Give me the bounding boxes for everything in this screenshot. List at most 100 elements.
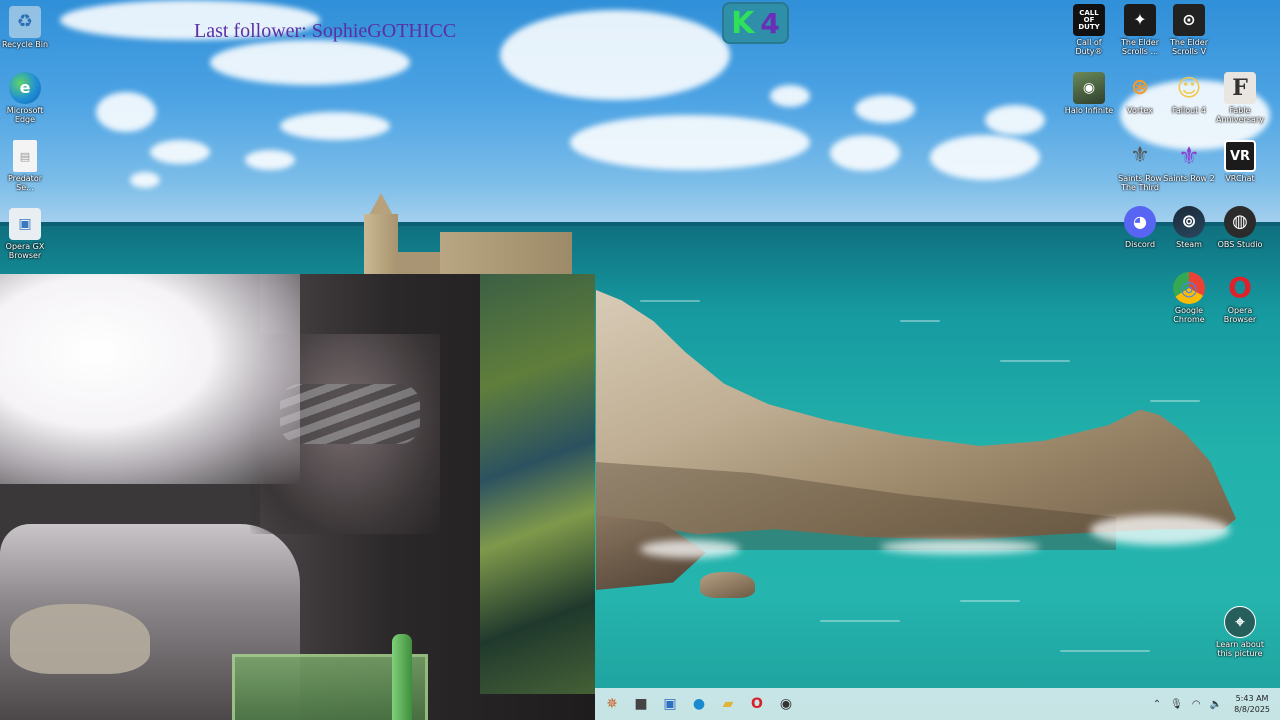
camera-icon: ⌖: [1224, 606, 1256, 638]
wave: [960, 600, 1020, 602]
recycle-bin-icon: ♻: [9, 6, 41, 38]
vortex-icon: ⊛: [1130, 75, 1150, 100]
halo-infinite-icon: ◉: [1073, 72, 1105, 104]
desktop-icon-fallout-4[interactable]: ☺ Fallout 4: [1165, 72, 1213, 115]
webcam-light-glare: [0, 274, 300, 484]
wave: [1000, 360, 1070, 362]
desktop-icon-saints-row-2[interactable]: ⚜ Saints Row 2: [1163, 140, 1215, 183]
opera-gx-icon: ▣: [9, 208, 41, 240]
vrchat-icon: VR: [1224, 140, 1256, 172]
cloud: [500, 10, 730, 100]
call-of-duty-icon: CALL OF DUTY: [1073, 4, 1105, 36]
desktop-icon-obs-studio[interactable]: ◍ OBS Studio: [1216, 206, 1264, 249]
webcam-blanket: [10, 604, 150, 674]
desktop-icon-opera-gx[interactable]: ▣ Opera GX Browser: [1, 208, 49, 260]
cloud: [210, 40, 410, 85]
wifi-icon[interactable]: ◠: [1192, 699, 1201, 710]
sea-foam: [880, 540, 1040, 554]
clock-time: 5:43 AM: [1235, 694, 1269, 703]
wave: [1060, 650, 1150, 652]
microphone-icon[interactable]: 🎙: [1170, 699, 1183, 710]
desktop-icon-microsoft-edge[interactable]: e Microsoft Edge: [1, 72, 49, 124]
desktop-icon-vrchat[interactable]: VR VRChat: [1216, 140, 1264, 183]
elder-scrolls-icon: ✦: [1124, 4, 1156, 36]
desktop-icon-label: Discord: [1124, 240, 1156, 249]
desktop-icon-label: Opera Browser: [1223, 306, 1257, 324]
webcam-bottle: [392, 634, 412, 720]
desktop-icon-vortex[interactable]: ⊛ Vortex: [1116, 72, 1164, 116]
file-icon: ▤: [13, 140, 37, 172]
castle-wall: [396, 252, 444, 274]
cloud: [855, 95, 915, 123]
desktop-icon-steam[interactable]: ⊚ Steam: [1165, 206, 1213, 249]
desktop-icon-label: Fallout 4: [1172, 106, 1206, 115]
desktop-icon-label: VRChat: [1225, 174, 1255, 183]
desktop-icon-predator[interactable]: ▤ Predator Se...: [1, 140, 49, 192]
desktop-icon-label: Learn about this picture: [1216, 640, 1264, 658]
kick-badge-number: 4: [760, 6, 780, 40]
desktop-icon-fable-anniversary[interactable]: F Fable Anniversary: [1216, 72, 1264, 124]
cloud: [570, 115, 810, 170]
desktop-icon-elder-scrolls[interactable]: ✦ The Elder Scrolls ...: [1116, 4, 1164, 56]
cloud: [930, 135, 1040, 180]
steam-icon: ⊚: [1173, 206, 1205, 238]
desktop-icon-label: Call of Duty®: [1075, 38, 1103, 56]
desktop-icon-elder-scrolls-v[interactable]: ⊙ The Elder Scrolls V: [1165, 4, 1213, 56]
cloud: [130, 172, 160, 188]
desktop-icon-call-of-duty[interactable]: CALL OF DUTY Call of Duty®: [1065, 4, 1113, 56]
webcam-tapestry: [480, 274, 595, 694]
desktop-icon-google-chrome[interactable]: ◎ Google Chrome: [1165, 272, 1213, 324]
system-tray: ⌃ 🎙 ◠ 🔈 5:43 AM 8/8/2025: [1144, 688, 1280, 720]
widgets-icon[interactable]: ▣: [658, 692, 682, 716]
file-explorer-icon[interactable]: ▰: [716, 692, 740, 716]
cloud: [770, 85, 810, 107]
saints-row-the-third-icon: ⚜: [1130, 143, 1150, 168]
desktop-icon-saints-row-the-third[interactable]: ⚜ Saints Row The Third: [1116, 140, 1164, 193]
fable-anniversary-icon: F: [1224, 72, 1256, 104]
clock[interactable]: 5:43 AM 8/8/2025: [1234, 693, 1270, 715]
start-app-icon[interactable]: ✵: [600, 692, 624, 716]
wallpaper-horizon: [0, 222, 1280, 226]
task-view-icon[interactable]: ■: [629, 692, 653, 716]
desktop-icon-discord[interactable]: ◕ Discord: [1116, 206, 1164, 249]
desktop-icon-label: Saints Row 2: [1163, 174, 1215, 183]
edge-icon: e: [9, 72, 41, 104]
desktop-icon-learn-about-picture[interactable]: ⌖ Learn about this picture: [1216, 606, 1264, 658]
webcam-scarf: [280, 384, 420, 444]
opera-icon[interactable]: O: [745, 692, 769, 716]
desktop-icon-label: The Elder Scrolls ...: [1121, 38, 1159, 56]
desktop-icon-label: Google Chrome: [1173, 306, 1205, 324]
desktop-icon-halo-infinite[interactable]: ◉ Halo Infinite: [1065, 72, 1113, 115]
obs-icon[interactable]: ◉: [774, 692, 798, 716]
wave: [640, 300, 700, 302]
volume-icon[interactable]: 🔈: [1210, 699, 1222, 710]
cloud: [96, 92, 156, 132]
desktop-icon-label: Recycle Bin: [1, 40, 49, 49]
desktop-icon-recycle-bin[interactable]: ♻ Recycle Bin: [1, 6, 49, 49]
kick-logo-letter: K: [731, 5, 755, 41]
discord-icon: ◕: [1124, 206, 1156, 238]
wave: [1150, 400, 1200, 402]
obs-studio-icon: ◍: [1224, 206, 1256, 238]
church-tower: [364, 214, 398, 274]
desktop-icon-label: Opera GX Browser: [5, 242, 45, 260]
castle: [440, 232, 572, 274]
cloud: [280, 112, 390, 140]
saints-row-2-icon: ⚜: [1178, 142, 1200, 170]
small-rock: [700, 572, 755, 598]
google-chrome-icon: ◎: [1173, 272, 1205, 304]
chevron-up-icon[interactable]: ⌃: [1153, 699, 1161, 710]
wave: [900, 320, 940, 322]
desktop-icon-label: Microsoft Edge: [6, 106, 44, 124]
cloud: [245, 150, 295, 170]
desktop-icon-label: Predator Se...: [7, 174, 43, 192]
cloud: [985, 105, 1045, 135]
sea-foam: [1090, 515, 1230, 545]
cloud: [830, 135, 900, 171]
last-follower-text: Last follower: SophieGOTHICC: [194, 20, 457, 42]
edge-icon[interactable]: ●: [687, 692, 711, 716]
webcam-overlay: [0, 274, 595, 720]
skyrim-icon: ⊙: [1173, 4, 1205, 36]
taskbar: ✵ ■ ▣ ● ▰ O ◉ ⌃ 🎙 ◠ 🔈 5:43 AM 8/8/2025: [595, 688, 1280, 720]
desktop-icon-opera-browser[interactable]: O Opera Browser: [1216, 272, 1264, 325]
